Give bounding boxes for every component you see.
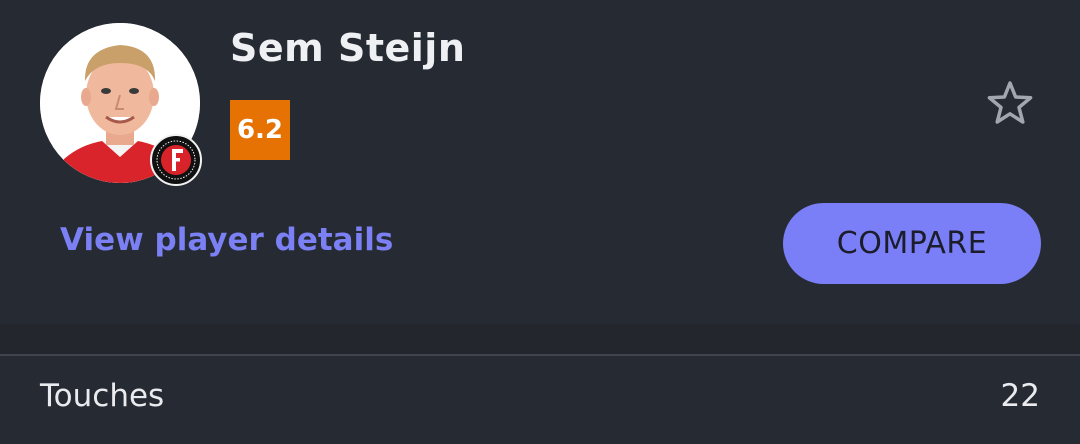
player-stats-page: Sem Steijn 6.2 View player details COMPA…	[0, 0, 1080, 444]
player-rating-badge: 6.2	[230, 100, 290, 160]
feyenoord-crest-icon	[150, 134, 202, 186]
player-name: Sem Steijn	[230, 26, 466, 70]
player-card: Sem Steijn 6.2 View player details COMPA…	[0, 0, 1080, 324]
section-separator	[0, 324, 1080, 354]
compare-button[interactable]: COMPARE	[783, 203, 1041, 284]
stat-value: 22	[1000, 378, 1040, 414]
star-outline-icon[interactable]	[984, 78, 1036, 130]
stat-label: Touches	[40, 378, 165, 414]
stat-row-touches: Touches 22	[0, 356, 1080, 444]
view-player-details-link[interactable]: View player details	[60, 222, 393, 258]
